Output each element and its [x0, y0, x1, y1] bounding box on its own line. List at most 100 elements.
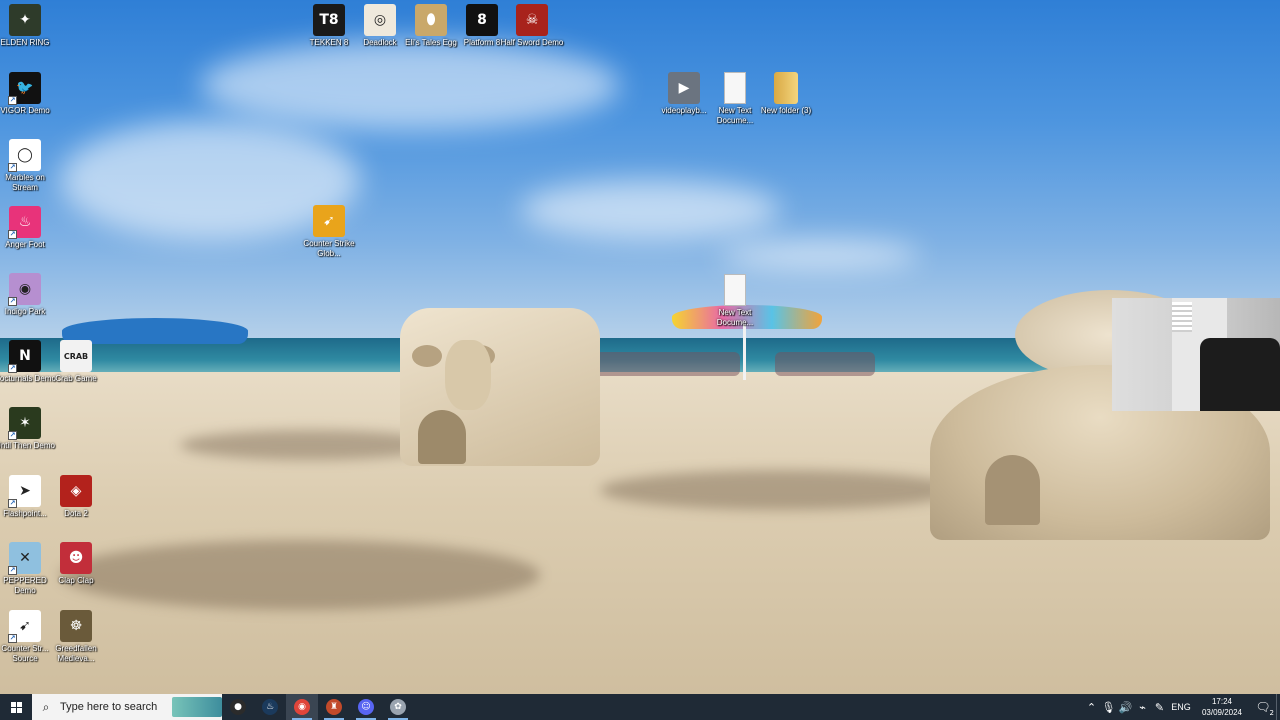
- wallpaper-sculpture-eye: [412, 345, 442, 367]
- flashpoint-icon-glyph: ➤: [19, 483, 31, 499]
- wallpaper-beachgoers: [590, 352, 740, 376]
- desktop-icon-label: Greedfallen Medieva...: [55, 644, 97, 663]
- counter-strike-go-icon-glyph: ➹: [323, 213, 335, 229]
- desktop-icon-label: Counter Strike Glob...: [303, 239, 355, 258]
- input-language[interactable]: ENG: [1168, 702, 1194, 712]
- platform8-icon-glyph: 8: [477, 12, 487, 28]
- chrome-icon: ◉: [294, 699, 310, 715]
- anger-foot-icon: ♨ ↗: [8, 206, 41, 239]
- search-icon: ⌕: [42, 699, 50, 714]
- desktop-icon-dota2[interactable]: ◈ Dota 2: [48, 475, 104, 519]
- desktop-icon-new-folder-3[interactable]: New folder (3): [758, 72, 814, 116]
- wallpaper-sculpture-door: [985, 455, 1040, 525]
- egg-icon: ⬮: [415, 4, 447, 36]
- desktop-icon-crab-game[interactable]: CRAB Crab Game: [48, 340, 104, 384]
- peppered-icon-glyph: ✕: [19, 550, 31, 566]
- egg-icon-glyph: ⬮: [426, 12, 436, 28]
- taskbar-pinned-apps: ● ♨ ◉ ♜ ☺ ✿: [222, 694, 414, 720]
- desktop-icon-label: Indigo Park: [4, 307, 46, 316]
- notification-center-button[interactable]: 🗨 2: [1250, 694, 1276, 720]
- desktop-icon-indigo-park[interactable]: ◉ ↗ Indigo Park: [0, 273, 53, 317]
- show-desktop-button[interactable]: [1276, 694, 1280, 720]
- taskbar-app-obs[interactable]: ●: [222, 694, 254, 720]
- clock-date: 03/09/2024: [1201, 708, 1243, 717]
- webcam-background-vent: [1172, 302, 1192, 332]
- nocturnals-icon-glyph: N: [19, 348, 31, 364]
- taskbar-app-steam[interactable]: ♨: [254, 694, 286, 720]
- anger-foot-icon-glyph: ♨: [18, 214, 32, 230]
- taskbar-app-capture-app[interactable]: ✿: [382, 694, 414, 720]
- wallpaper-cloud: [520, 180, 780, 240]
- crab-game-icon: CRAB: [60, 340, 92, 372]
- game-app-icon: ♜: [326, 699, 342, 715]
- desktop-icon-anger-foot[interactable]: ♨ ↗ Anger Foot: [0, 206, 53, 250]
- peppered-icon: ✕ ↗: [8, 542, 41, 575]
- crab-game-icon-glyph: CRAB: [63, 351, 89, 361]
- greedfallen-icon-glyph: ☸: [69, 618, 83, 634]
- vigor-icon: 🐦 ↗: [8, 72, 41, 105]
- desktop-icon-until-then[interactable]: ✶ ↗ Until Then Demo: [0, 407, 55, 451]
- system-clock[interactable]: 17:24 03/09/2024: [1194, 696, 1250, 718]
- shortcut-arrow-icon: ↗: [8, 163, 17, 172]
- taskbar-app-chrome[interactable]: ◉: [286, 694, 318, 720]
- text-document-icon: [724, 72, 746, 104]
- until-then-icon: ✶ ↗: [8, 407, 41, 440]
- elden-ring-icon: ✦: [9, 4, 41, 36]
- steam-icon: ♨: [262, 699, 278, 715]
- capture-app-icon: ✿: [390, 699, 406, 715]
- windows-logo-icon: [10, 701, 22, 713]
- pen-icon[interactable]: ✎: [1151, 701, 1168, 714]
- desktop-icon-label: New Text Docume...: [716, 308, 754, 327]
- microphone-icon[interactable]: 🎙: [1100, 701, 1117, 714]
- desktop-icon-label: Clap Clap: [58, 576, 94, 585]
- video-file-icon-glyph: ▶: [678, 80, 690, 96]
- shortcut-arrow-icon: ↗: [8, 230, 17, 239]
- shortcut-arrow-icon: ↗: [8, 499, 17, 508]
- shortcut-arrow-icon: ↗: [8, 297, 17, 306]
- shortcut-arrow-icon: ↗: [8, 364, 17, 373]
- network-icon[interactable]: ⌁: [1134, 701, 1151, 714]
- speaker-icon[interactable]: 🔊: [1117, 701, 1134, 714]
- desktop-icon-clap-clap[interactable]: ☻ Clap Clap: [48, 542, 104, 586]
- desktop-icon-label: Marbles on Stream: [5, 173, 45, 192]
- dota2-icon-glyph: ◈: [70, 483, 82, 499]
- taskbar-search-box[interactable]: ⌕ Type here to search: [32, 694, 222, 720]
- indigo-park-icon-glyph: ◉: [18, 281, 32, 297]
- desktop-icon-label: Until Then Demo: [0, 441, 55, 450]
- shortcut-arrow-icon: ↗: [8, 566, 17, 575]
- shortcut-arrow-icon: ↗: [8, 96, 17, 105]
- wallpaper-sculpture-nose: [445, 340, 491, 410]
- desktop-icon-new-text-doc-1[interactable]: New Text Docume...: [707, 72, 763, 126]
- desktop-icon-half-sword[interactable]: ☠ Half Sword Demo: [501, 4, 563, 48]
- desktop-icon-vigor[interactable]: 🐦 ↗ VIGOR Demo: [0, 72, 53, 116]
- desktop-icon-marbles[interactable]: ◯ ↗ Marbles on Stream: [0, 139, 53, 193]
- until-then-icon-glyph: ✶: [19, 415, 31, 431]
- taskbar: ⌕ Type here to search ● ♨ ◉ ♜ ☺ ✿ ⌃ 🎙 🔊 ⌁ ✎ E…: [0, 694, 1280, 720]
- webcam-overlay: [1112, 298, 1280, 411]
- tekken8-icon-glyph: T8: [319, 12, 339, 28]
- shortcut-arrow-icon: ↗: [8, 431, 17, 440]
- desktop-icon-greedfallen[interactable]: ☸ Greedfallen Medieva...: [48, 610, 104, 664]
- marbles-icon: ◯ ↗: [8, 139, 41, 172]
- desktop-icon-peppered[interactable]: ✕ ↗ PEPPERED Demo: [0, 542, 53, 596]
- desktop-icon-elden-ring[interactable]: ✦ ELDEN RING: [0, 4, 53, 48]
- start-button[interactable]: [0, 694, 32, 720]
- desktop-wallpaper: [0, 0, 1280, 694]
- wallpaper-cloud: [720, 240, 920, 270]
- desktop-icon-csgo[interactable]: ➹ Counter Strike Glob...: [301, 205, 357, 259]
- wallpaper-sculpture-door: [418, 410, 466, 464]
- desktop-icon-label: ELDEN RING: [0, 38, 50, 47]
- wallpaper-umbrella-pole: [743, 325, 746, 380]
- desktop-icon-new-text-doc-2[interactable]: New Text Docume...: [707, 274, 763, 328]
- deadlock-icon-glyph: ◎: [373, 12, 387, 28]
- desktop-icon-label: VIGOR Demo: [0, 106, 50, 115]
- chevron-up-icon[interactable]: ⌃: [1083, 701, 1100, 714]
- nocturnals-icon: N ↗: [8, 340, 41, 373]
- greedfallen-icon: ☸: [60, 610, 92, 642]
- taskbar-app-game-app[interactable]: ♜: [318, 694, 350, 720]
- platform8-icon: 8: [466, 4, 498, 36]
- elden-ring-icon-glyph: ✦: [19, 12, 31, 28]
- taskbar-app-discord[interactable]: ☺: [350, 694, 382, 720]
- obs-icon: ●: [230, 699, 246, 715]
- webcam-chair: [1200, 338, 1280, 411]
